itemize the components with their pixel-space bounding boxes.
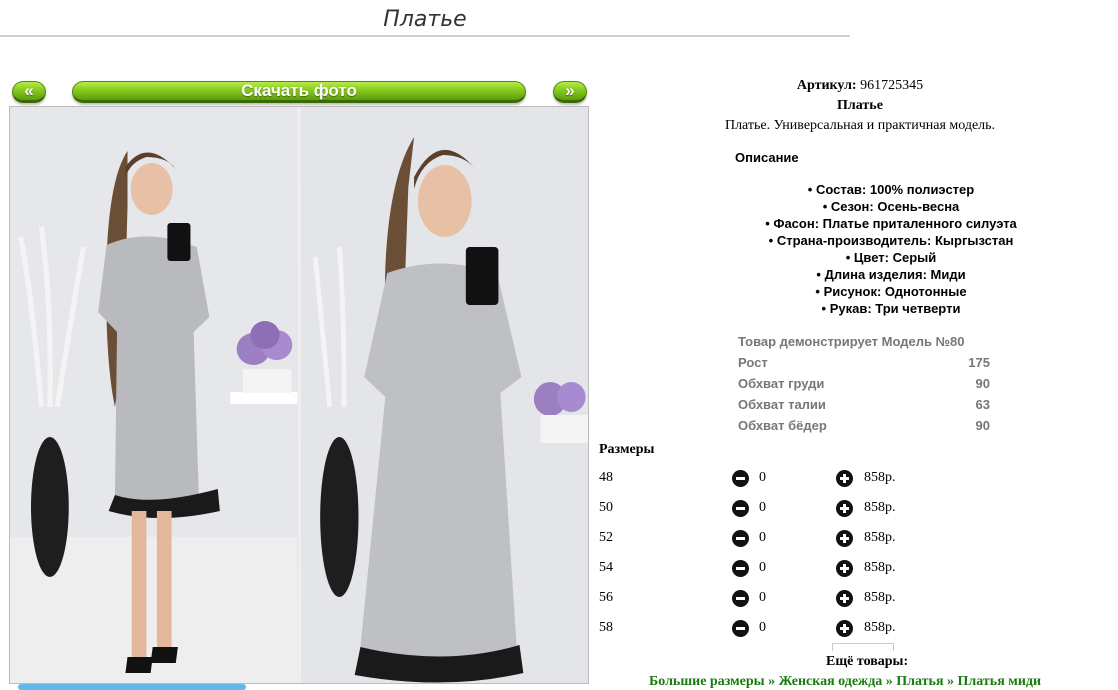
- size-price: 858р.: [864, 530, 896, 545]
- breadcrumb-link[interactable]: Большие размеры: [649, 674, 765, 689]
- feature-item: Страна-производитель: Кыргызстан: [700, 232, 1082, 249]
- model-label: Обхват бёдер: [738, 418, 827, 433]
- size-value: 50: [599, 500, 613, 515]
- size-row: 54 0 858р.: [599, 555, 919, 585]
- minus-icon[interactable]: [732, 590, 749, 607]
- size-row: 50 0 858р.: [599, 495, 919, 525]
- size-row: 56 0 858р.: [599, 585, 919, 615]
- feature-list: Состав: 100% полиэстер Сезон: Осень-весн…: [700, 181, 1082, 317]
- page-title: Платье: [0, 0, 850, 37]
- size-quantity: 0: [759, 620, 766, 635]
- size-row: 48 0 858р.: [599, 465, 919, 495]
- minus-icon[interactable]: [732, 530, 749, 547]
- size-price: 858р.: [864, 620, 896, 635]
- prev-photo-button[interactable]: «: [12, 81, 46, 103]
- model-label: Рост: [738, 355, 768, 370]
- model-measurements: Товар демонстрирует Модель №80 Рост 175 О…: [738, 333, 990, 438]
- feature-item: Сезон: Осень-весна: [700, 198, 1082, 215]
- product-name: Платье: [837, 98, 883, 113]
- plus-icon[interactable]: [836, 470, 853, 487]
- size-price: 858р.: [864, 590, 896, 605]
- download-photo-button[interactable]: Скачать фото: [72, 81, 526, 103]
- plus-icon[interactable]: [836, 560, 853, 577]
- breadcrumb-link[interactable]: Платья: [896, 674, 943, 689]
- next-photo-button[interactable]: »: [553, 81, 587, 103]
- product-photo-1[interactable]: [10, 107, 298, 683]
- model-row: Рост 175: [738, 354, 990, 375]
- more-items-heading: Ещё товары:: [826, 654, 909, 669]
- model-value: 175: [968, 355, 990, 370]
- feature-item: Цвет: Серый: [700, 249, 1082, 266]
- sku-value: 961725345: [860, 78, 924, 93]
- size-value: 56: [599, 590, 613, 605]
- model-value: 90: [975, 376, 990, 391]
- size-value: 48: [599, 470, 613, 485]
- sku-line: Артикул: 961725345: [600, 78, 1118, 94]
- minus-icon[interactable]: [732, 470, 749, 487]
- feature-item: Рукав: Три четверти: [700, 300, 1082, 317]
- plus-icon[interactable]: [836, 590, 853, 607]
- plus-icon[interactable]: [836, 620, 853, 637]
- feature-item: Состав: 100% полиэстер: [700, 181, 1082, 198]
- model-value: 90: [975, 418, 990, 433]
- breadcrumb-link[interactable]: Платья миди: [958, 674, 1042, 689]
- model-label: Товар демонстрирует Модель №80: [738, 334, 965, 349]
- size-price: 858р.: [864, 500, 896, 515]
- model-value: 63: [975, 397, 990, 412]
- minus-icon[interactable]: [732, 500, 749, 517]
- model-label: Обхват груди: [738, 376, 825, 391]
- model-label: Обхват талии: [738, 397, 826, 412]
- size-quantity: 0: [759, 590, 766, 605]
- minus-icon[interactable]: [732, 560, 749, 577]
- feature-item: Фасон: Платье приталенного силуэта: [700, 215, 1082, 232]
- breadcrumb-separator: »: [885, 674, 893, 689]
- size-row: 58 0 858р.: [599, 615, 919, 645]
- photo-gallery: [9, 106, 589, 684]
- size-row: 52 0 858р.: [599, 525, 919, 555]
- breadcrumb-separator: »: [947, 674, 955, 689]
- model-row: Обхват бёдер 90: [738, 417, 990, 438]
- sku-label: Артикул:: [796, 78, 857, 93]
- model-row: Обхват талии 63: [738, 396, 990, 417]
- feature-item: Рисунок: Однотонные: [700, 283, 1082, 300]
- sizes-heading: Размеры: [599, 442, 655, 457]
- size-quantity: 0: [759, 500, 766, 515]
- size-price: 858р.: [864, 560, 896, 575]
- gallery-scrollbar[interactable]: [18, 684, 246, 690]
- model-row: Товар демонстрирует Модель №80: [738, 333, 990, 354]
- size-quantity: 0: [759, 470, 766, 485]
- plus-icon[interactable]: [836, 500, 853, 517]
- size-quantity: 0: [759, 560, 766, 575]
- size-list: 48 0 858р. 50 0 858р. 52 0 858р. 54 0 85…: [599, 465, 919, 645]
- size-value: 58: [599, 620, 613, 635]
- size-value: 52: [599, 530, 613, 545]
- size-value: 54: [599, 560, 613, 575]
- breadcrumb-link[interactable]: Женская одежда: [779, 674, 883, 689]
- feature-item: Длина изделия: Миди: [700, 266, 1082, 283]
- size-price: 858р.: [864, 470, 896, 485]
- model-row: Обхват груди 90: [738, 375, 990, 396]
- add-to-cart-box[interactable]: [832, 643, 894, 651]
- product-photo-2[interactable]: [300, 107, 588, 683]
- product-short-description: Платье. Универсальная и практичная модел…: [724, 118, 996, 133]
- breadcrumb: Большие размеры » Женская одежда » Плать…: [649, 674, 1041, 690]
- plus-icon[interactable]: [836, 530, 853, 547]
- breadcrumb-separator: »: [768, 674, 776, 689]
- minus-icon[interactable]: [732, 620, 749, 637]
- size-quantity: 0: [759, 530, 766, 545]
- description-heading: Описание: [735, 150, 799, 165]
